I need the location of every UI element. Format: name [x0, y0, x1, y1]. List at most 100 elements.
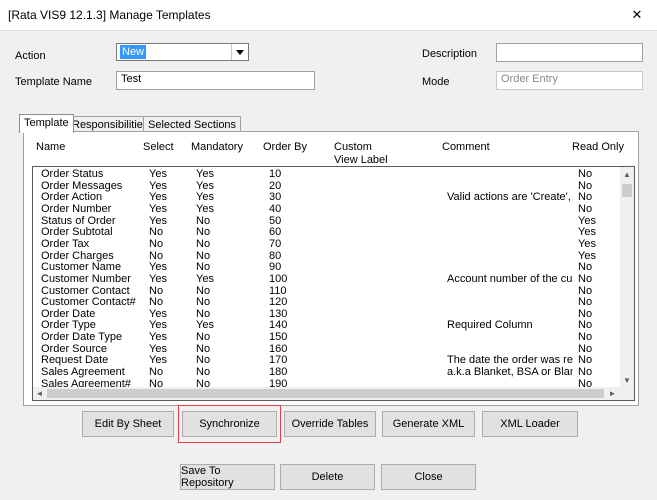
table-row[interactable]: Customer Contact# No No 120 No — [33, 297, 618, 309]
generate-xml-button[interactable]: Generate XML — [382, 411, 475, 437]
cell-order-by[interactable]: 140 — [269, 320, 329, 332]
cell-name[interactable]: Order Charges — [41, 251, 143, 263]
horizontal-scroll-thumb[interactable] — [47, 389, 604, 398]
scroll-left-button[interactable]: ◄ — [33, 387, 46, 400]
cell-mandatory[interactable]: No — [196, 239, 256, 251]
table-row[interactable]: Request Date Yes No 170 The date the order w… — [33, 355, 618, 367]
cell-order-by[interactable]: 180 — [269, 367, 329, 379]
cell-read-only[interactable]: No — [578, 332, 618, 344]
cell-read-only[interactable]: No — [578, 297, 618, 309]
cell-name[interactable]: Order Tax — [41, 239, 143, 251]
cell-mandatory[interactable]: Yes — [196, 169, 256, 181]
table-row[interactable]: Order Tax No No 70 Yes — [33, 239, 618, 251]
cell-name[interactable]: Customer Name — [41, 262, 143, 274]
table-row[interactable]: Order Charges No No 80 Yes — [33, 251, 618, 263]
cell-select[interactable]: Yes — [149, 274, 189, 286]
cell-order-by[interactable]: 170 — [269, 355, 329, 367]
cell-mandatory[interactable]: No — [196, 332, 256, 344]
cell-select[interactable]: Yes — [149, 309, 189, 321]
cell-mandatory[interactable]: Yes — [196, 204, 256, 216]
xml-loader-button[interactable]: XML Loader — [482, 411, 578, 437]
table-row[interactable]: Order Source Yes No 160 No — [33, 344, 618, 356]
cell-order-by[interactable]: 90 — [269, 262, 329, 274]
cell-select[interactable]: No — [149, 239, 189, 251]
cell-select[interactable]: Yes — [149, 332, 189, 344]
scroll-up-button[interactable]: ▲ — [620, 168, 634, 181]
cell-order-by[interactable]: 50 — [269, 216, 329, 228]
table-row[interactable]: Customer Contact No No 110 No — [33, 286, 618, 298]
cell-name[interactable]: Order Subtotal — [41, 227, 143, 239]
cell-select[interactable]: Yes — [149, 192, 189, 204]
table-row[interactable]: Order Messages Yes Yes 20 No — [33, 181, 618, 193]
cell-read-only[interactable]: Yes — [578, 251, 618, 263]
vertical-scrollbar[interactable] — [620, 167, 634, 387]
cell-read-only[interactable]: No — [578, 204, 618, 216]
cell-select[interactable]: Yes — [149, 355, 189, 367]
override-tables-button[interactable]: Override Tables — [284, 411, 376, 437]
cell-select[interactable]: No — [149, 286, 189, 298]
synchronize-button[interactable]: Synchronize — [182, 411, 277, 437]
cell-mandatory[interactable]: No — [196, 286, 256, 298]
cell-order-by[interactable]: 80 — [269, 251, 329, 263]
table-row[interactable]: Status of Order Yes No 50 Yes — [33, 216, 618, 228]
table-row[interactable]: Order Subtotal No No 60 Yes — [33, 227, 618, 239]
cell-select[interactable]: No — [149, 297, 189, 309]
cell-select[interactable]: No — [149, 227, 189, 239]
cell-read-only[interactable]: No — [578, 169, 618, 181]
cell-read-only[interactable]: No — [578, 344, 618, 356]
cell-read-only[interactable]: No — [578, 192, 618, 204]
cell-order-by[interactable]: 30 — [269, 192, 329, 204]
cell-read-only[interactable]: No — [578, 181, 618, 193]
delete-button[interactable]: Delete — [280, 464, 375, 490]
cell-read-only[interactable]: No — [578, 274, 618, 286]
action-select[interactable]: New — [116, 43, 249, 61]
cell-name[interactable]: Order Date Type — [41, 332, 143, 344]
cell-order-by[interactable]: 120 — [269, 297, 329, 309]
cell-mandatory[interactable]: No — [196, 309, 256, 321]
table-row[interactable]: Order Type Yes Yes 140 Required Column No — [33, 320, 618, 332]
cell-order-by[interactable]: 160 — [269, 344, 329, 356]
table-row[interactable]: Order Action Yes Yes 30 Valid actions are 'C… — [33, 192, 618, 204]
cell-name[interactable]: Customer Number — [41, 274, 143, 286]
cell-mandatory[interactable]: Yes — [196, 192, 256, 204]
cell-mandatory[interactable]: Yes — [196, 274, 256, 286]
cell-read-only[interactable]: Yes — [578, 216, 618, 228]
cell-name[interactable]: Sales Agreement — [41, 367, 143, 379]
cell-mandatory[interactable]: No — [196, 355, 256, 367]
cell-mandatory[interactable]: No — [196, 216, 256, 228]
cell-read-only[interactable]: No — [578, 309, 618, 321]
cell-read-only[interactable]: No — [578, 320, 618, 332]
scroll-right-button[interactable]: ► — [606, 387, 619, 400]
cell-read-only[interactable]: No — [578, 286, 618, 298]
cell-order-by[interactable]: 150 — [269, 332, 329, 344]
cell-comment[interactable]: Required Column — [447, 320, 573, 332]
template-name-input[interactable]: Test — [116, 71, 315, 90]
cell-select[interactable]: Yes — [149, 262, 189, 274]
save-to-repository-button[interactable]: Save To Repository — [180, 464, 275, 490]
table-row[interactable]: Order Date Yes No 130 No — [33, 309, 618, 321]
cell-order-by[interactable]: 60 — [269, 227, 329, 239]
cell-name[interactable]: Customer Contact# — [41, 297, 143, 309]
cell-order-by[interactable]: 20 — [269, 181, 329, 193]
cell-name[interactable]: Status of Order — [41, 216, 143, 228]
cell-order-by[interactable]: 10 — [269, 169, 329, 181]
cell-select[interactable]: Yes — [149, 181, 189, 193]
cell-comment[interactable]: a.k.a Blanket, BSA or Blanke — [447, 367, 573, 379]
cell-name[interactable]: Order Action — [41, 192, 143, 204]
cell-mandatory[interactable]: No — [196, 297, 256, 309]
table-row[interactable]: Customer Name Yes No 90 No — [33, 262, 618, 274]
scroll-down-button[interactable]: ▼ — [620, 374, 634, 387]
cell-read-only[interactable]: Yes — [578, 227, 618, 239]
cell-comment[interactable]: Valid actions are 'Create', 'Cr — [447, 192, 573, 204]
template-grid[interactable]: Order Status Yes Yes 10 No Order Messages Yes Y… — [32, 166, 635, 401]
cell-select[interactable]: No — [149, 367, 189, 379]
cell-name[interactable]: Order Source — [41, 344, 143, 356]
cell-mandatory[interactable]: No — [196, 251, 256, 263]
cell-name[interactable]: Order Number — [41, 204, 143, 216]
cell-comment[interactable]: The date the order was requ — [447, 355, 573, 367]
cell-order-by[interactable]: 100 — [269, 274, 329, 286]
table-row[interactable]: Sales Agreement No No 180 a.k.a Blanket, BSA… — [33, 367, 618, 379]
cell-select[interactable]: Yes — [149, 169, 189, 181]
cell-select[interactable]: Yes — [149, 204, 189, 216]
cell-order-by[interactable]: 40 — [269, 204, 329, 216]
